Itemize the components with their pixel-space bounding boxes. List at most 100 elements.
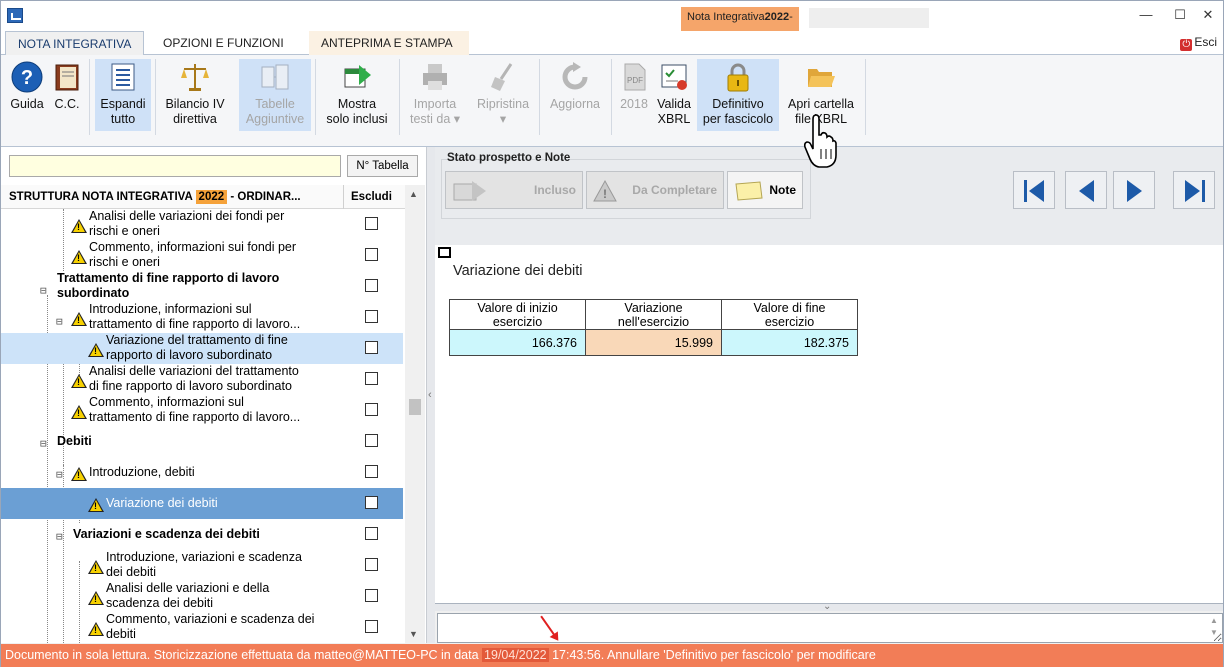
- cell-valore-fine[interactable]: 182.375: [721, 329, 858, 356]
- guida-button[interactable]: ? Guida: [7, 59, 47, 131]
- tree-item-active[interactable]: Variazione dei debiti: [1, 488, 403, 519]
- cell-variazione[interactable]: 15.999: [585, 329, 722, 356]
- tree-item[interactable]: Commento, informazioni sultrattamento di…: [1, 395, 403, 426]
- valida-xbrl-button[interactable]: Valida XBRL: [653, 59, 695, 131]
- tree-node-debiti[interactable]: ⊟ Debiti: [1, 426, 403, 457]
- title-extension: [809, 8, 929, 28]
- tab-anteprima-stampa[interactable]: ANTEPRIMA E STAMPA: [309, 31, 469, 55]
- collapse-down-icon[interactable]: ⌄: [823, 601, 831, 612]
- ribbon-tabs: NOTA INTEGRATIVA OPZIONI E FUNZIONI ANTE…: [1, 31, 1223, 56]
- tree-node[interactable]: ⊟ Trattamento di fine rapporto di lavoro…: [1, 271, 403, 302]
- tree-item[interactable]: Commento, informazioni sui fondi perrisc…: [1, 240, 403, 271]
- mostra-solo-inclusi-button[interactable]: Mostra solo inclusi: [319, 59, 395, 131]
- power-icon: ⏻: [1180, 39, 1193, 51]
- refresh-icon: [562, 62, 588, 90]
- previous-record-button[interactable]: [1065, 171, 1107, 209]
- escludi-checkbox[interactable]: [365, 527, 378, 540]
- escludi-checkbox[interactable]: [365, 589, 378, 602]
- svg-text:PDF: PDF: [627, 76, 643, 85]
- incluso-button[interactable]: Incluso: [445, 171, 583, 209]
- status-bar: Documento in sola lettura. Storicizzazio…: [1, 644, 1223, 667]
- minimize-button[interactable]: —: [1135, 5, 1157, 25]
- collapse-left-icon[interactable]: ‹: [428, 389, 432, 401]
- note-button[interactable]: Note: [727, 171, 803, 209]
- maximize-button[interactable]: ☐: [1169, 5, 1191, 25]
- structure-tree: Analisi delle variazioni dei fondi perri…: [1, 209, 405, 643]
- first-record-button[interactable]: [1013, 171, 1055, 209]
- tree-node[interactable]: ⊟ Introduzione, informazioni sultrattame…: [1, 302, 403, 333]
- tree-item-selected[interactable]: Variazione del trattamento di finerappor…: [1, 333, 403, 364]
- escludi-checkbox[interactable]: [365, 341, 378, 354]
- espandi-tutto-button[interactable]: Espandi tutto: [95, 59, 151, 131]
- scroll-thumb[interactable]: [409, 399, 421, 415]
- help-icon: ?: [11, 61, 43, 93]
- importa-testi-button[interactable]: Importa testi da ▾: [405, 59, 465, 131]
- tab-opzioni-funzioni[interactable]: OPZIONI E FUNZIONI: [151, 31, 296, 55]
- last-record-button[interactable]: [1173, 171, 1215, 209]
- bilancio-iv-direttiva-button[interactable]: Bilancio IV direttiva: [159, 59, 231, 131]
- collapse-icon[interactable]: ⊟: [56, 530, 63, 543]
- warning-icon: [71, 219, 87, 233]
- escludi-checkbox[interactable]: [365, 403, 378, 416]
- definitivo-per-fascicolo-button[interactable]: Definitivo per fascicolo: [697, 59, 779, 131]
- cc-button[interactable]: C.C.: [49, 59, 85, 131]
- escludi-checkbox[interactable]: [365, 248, 378, 261]
- escludi-checkbox[interactable]: [365, 217, 378, 230]
- tree-node[interactable]: ⊟ Introduzione, debiti: [1, 457, 403, 488]
- da-completare-button[interactable]: ! Da Completare: [586, 171, 724, 209]
- aggiorna-button[interactable]: Aggiorna: [543, 59, 607, 131]
- broom-icon: [491, 63, 513, 91]
- ripristina-button[interactable]: Ripristina ▾: [471, 59, 535, 131]
- folder-open-icon: [808, 69, 835, 87]
- tree-item[interactable]: Analisi delle variazioni del trattamento…: [1, 364, 403, 395]
- n-tabella-button[interactable]: N° Tabella: [347, 155, 418, 177]
- note-icon: [735, 181, 763, 201]
- section-title: Variazione dei debiti: [453, 263, 583, 279]
- tab-nota-integrativa[interactable]: NOTA INTEGRATIVA: [5, 31, 145, 56]
- tree-item[interactable]: Introduzione, variazioni e scadenzadei d…: [1, 550, 403, 581]
- escludi-checkbox[interactable]: [365, 620, 378, 633]
- escludi-checkbox[interactable]: [365, 434, 378, 447]
- book-icon: [55, 64, 79, 91]
- warning-icon: [88, 498, 104, 512]
- collapse-icon[interactable]: ⊟: [56, 315, 63, 328]
- cell-valore-inizio[interactable]: 166.376: [449, 329, 586, 356]
- anchor-marker[interactable]: [438, 247, 451, 258]
- escludi-checkbox[interactable]: [365, 558, 378, 571]
- note-scrollbar[interactable]: ▲ ▼: [1207, 615, 1221, 641]
- tree-item[interactable]: Analisi delle variazioni e dellascadenza…: [1, 581, 403, 612]
- stato-label: Stato prospetto e Note: [447, 152, 571, 164]
- collapse-icon[interactable]: ⊟: [40, 284, 47, 297]
- collapse-icon[interactable]: ⊟: [40, 437, 47, 450]
- scroll-down-icon[interactable]: ▼: [409, 629, 418, 639]
- close-button[interactable]: ✕: [1197, 5, 1219, 25]
- app-logo-icon: [7, 8, 23, 23]
- search-input[interactable]: [9, 155, 341, 177]
- lock-icon: [727, 63, 749, 92]
- escludi-checkbox[interactable]: [365, 372, 378, 385]
- validate-icon: [661, 64, 687, 90]
- table-header-row: Valore di inizio esercizio Variazione nell…: [449, 299, 858, 330]
- esci-button[interactable]: ⏻ Esci: [1180, 35, 1217, 51]
- escludi-checkbox[interactable]: [365, 279, 378, 292]
- window-title: Nota Integrativa2022-: [681, 7, 799, 31]
- warning-icon: [71, 250, 87, 264]
- next-record-button[interactable]: [1113, 171, 1155, 209]
- tree-scrollbar[interactable]: ▲ ▼: [405, 185, 425, 643]
- pdf-2018-button[interactable]: PDF 2018: [615, 59, 653, 131]
- svg-text:?: ?: [21, 67, 33, 89]
- tree-node[interactable]: ⊟ Variazioni e scadenza dei debiti: [1, 519, 403, 550]
- tabelle-aggiuntive-button[interactable]: Tabelle Aggiuntive: [239, 59, 311, 131]
- escludi-checkbox[interactable]: [365, 310, 378, 323]
- list-expand-icon: [111, 63, 135, 91]
- tree-item[interactable]: Commento, variazioni e scadenza deidebit…: [1, 612, 403, 643]
- scales-icon: [181, 64, 209, 91]
- warning-grey-icon: !: [593, 180, 617, 202]
- scroll-up-icon[interactable]: ▲: [409, 189, 418, 199]
- escludi-checkbox[interactable]: [365, 496, 378, 509]
- variazione-debiti-table: Valore di inizio esercizio Variazione nell…: [449, 299, 858, 356]
- collapse-icon[interactable]: ⊟: [56, 468, 63, 481]
- warning-icon: [88, 622, 104, 636]
- tree-item[interactable]: Analisi delle variazioni dei fondi perri…: [1, 209, 403, 240]
- escludi-checkbox[interactable]: [365, 465, 378, 478]
